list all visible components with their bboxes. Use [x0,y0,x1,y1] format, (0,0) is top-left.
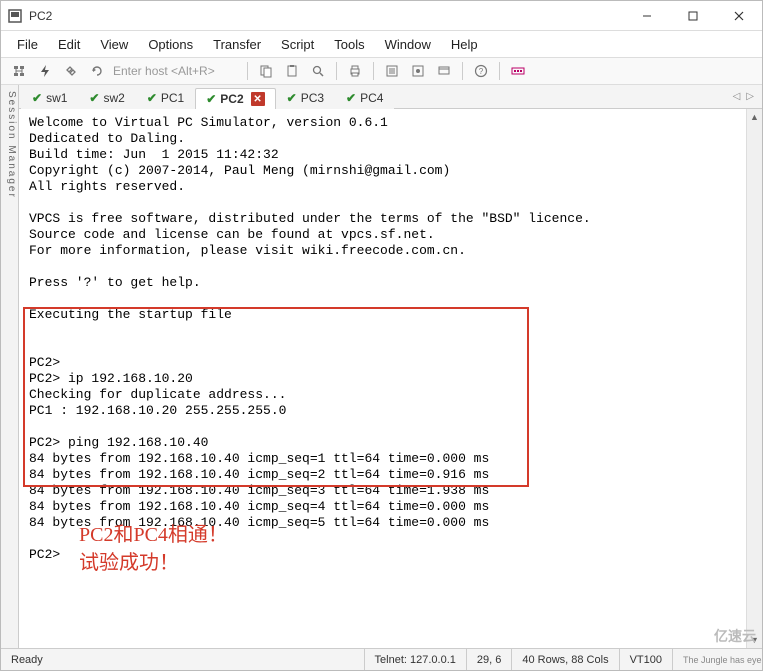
status-cursor: 29, 6 [466,649,511,670]
terminal-wrap: Welcome to Virtual PC Simulator, version… [19,109,762,648]
check-icon: ✔ [346,91,356,105]
tab-label: PC3 [301,91,324,105]
maximize-button[interactable] [670,1,716,31]
tab-pc4[interactable]: ✔ PC4 [335,87,394,109]
vertical-scrollbar[interactable]: ▲ ▼ [746,109,762,648]
help-icon[interactable]: ? [469,60,493,82]
tab-sw1[interactable]: ✔ sw1 [21,87,78,109]
app-icon [7,8,23,24]
tab-label: PC1 [161,91,184,105]
scroll-up-icon[interactable]: ▲ [747,109,762,125]
copy-icon[interactable] [254,60,278,82]
menu-script[interactable]: Script [273,34,322,55]
statusbar: Ready Telnet: 127.0.0.1 29, 6 40 Rows, 8… [1,648,762,670]
menu-transfer[interactable]: Transfer [205,34,269,55]
status-extra: The Jungle has eye [672,649,762,670]
tab-label: sw1 [46,91,67,105]
separator [247,62,248,80]
window-buttons [624,1,762,31]
find-icon[interactable] [306,60,330,82]
reconnect-icon[interactable] [85,60,109,82]
menu-edit[interactable]: Edit [50,34,88,55]
tab-scroll: ◁ ▷ [733,91,762,102]
check-icon: ✔ [147,91,157,105]
status-connection: Telnet: 127.0.0.1 [364,649,466,670]
tab-pc2[interactable]: ✔ PC2 ✕ [195,88,275,110]
print-icon[interactable] [343,60,367,82]
scroll-down-icon[interactable]: ▼ [747,632,762,648]
svg-text:?: ? [479,67,484,76]
session-icon[interactable] [432,60,456,82]
tabstrip: ✔ sw1 ✔ sw2 ✔ PC1 ✔ PC2 ✕ ✔ PC3 ✔ [19,85,762,109]
properties-icon[interactable] [380,60,404,82]
paste-icon[interactable] [280,60,304,82]
tab-pc1[interactable]: ✔ PC1 [136,87,195,109]
separator [373,62,374,80]
menu-view[interactable]: View [92,34,136,55]
host-placeholder: Enter host <Alt+R> [113,64,215,78]
disconnect-icon[interactable] [59,60,83,82]
quick-connect-icon[interactable] [33,60,57,82]
window-title: PC2 [29,9,52,23]
separator [499,62,500,80]
host-input[interactable]: Enter host <Alt+R> [111,61,241,81]
separator [462,62,463,80]
menu-window[interactable]: Window [377,34,439,55]
status-term: VT100 [619,649,672,670]
tab-label: PC2 [220,92,243,106]
menu-help[interactable]: Help [443,34,486,55]
close-button[interactable] [716,1,762,31]
menubar: File Edit View Options Transfer Script T… [1,31,762,57]
toolbar: Enter host <Alt+R> ? [1,57,762,85]
session-manager-panel[interactable]: Session Manager [1,85,19,648]
titlebar: PC2 [1,1,762,31]
check-icon: ✔ [89,91,99,105]
check-icon: ✔ [287,91,297,105]
tab-label: sw2 [103,91,124,105]
options-icon[interactable] [406,60,430,82]
main-area: ✔ sw1 ✔ sw2 ✔ PC1 ✔ PC2 ✕ ✔ PC3 ✔ [19,85,762,648]
menu-options[interactable]: Options [140,34,201,55]
menu-file[interactable]: File [9,34,46,55]
content-row: Session Manager ✔ sw1 ✔ sw2 ✔ PC1 ✔ PC2 … [1,85,762,648]
status-size: 40 Rows, 88 Cols [511,649,618,670]
tab-pc3[interactable]: ✔ PC3 [276,87,335,109]
check-icon: ✔ [32,91,42,105]
terminal[interactable]: Welcome to Virtual PC Simulator, version… [25,115,756,642]
tab-scroll-right-icon[interactable]: ▷ [746,91,754,102]
tab-sw2[interactable]: ✔ sw2 [78,87,135,109]
menu-tools[interactable]: Tools [326,34,372,55]
tab-close-icon[interactable]: ✕ [251,92,265,106]
minimize-button[interactable] [624,1,670,31]
check-icon: ✔ [206,92,216,106]
separator [336,62,337,80]
tab-label: PC4 [360,91,383,105]
session-tree-icon[interactable] [7,60,31,82]
status-ready: Ready [1,649,53,670]
tab-scroll-left-icon[interactable]: ◁ [733,91,741,102]
keymap-icon[interactable] [506,60,530,82]
